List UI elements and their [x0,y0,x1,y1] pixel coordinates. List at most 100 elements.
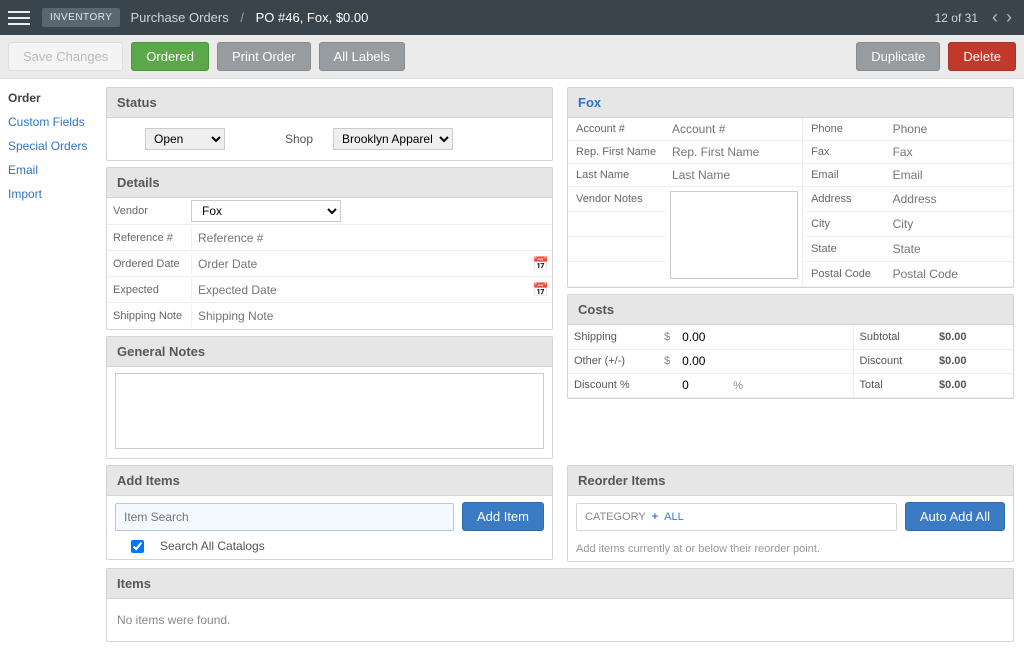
add-items-heading: Add Items [107,466,552,496]
nav-custom-fields[interactable]: Custom Fields [8,115,88,129]
inventory-badge[interactable]: INVENTORY [42,8,120,27]
category-label: CATEGORY [585,511,646,523]
total-value: $0.00 [933,373,1013,397]
pager-next-icon[interactable]: › [1002,7,1016,28]
expected-date-input[interactable] [191,279,530,301]
phone-input[interactable] [887,118,1013,140]
breadcrumb-sep: / [240,10,244,25]
vendor-panel: Fox Account # Phone Rep. First Name [567,87,1014,288]
items-empty-message: No items were found. [107,599,1013,641]
status-panel: Status Open Shop Brooklyn Apparel [106,87,553,161]
calendar-icon[interactable]: 📅 [530,256,552,272]
reorder-hint: Add items currently at or below their re… [576,543,1005,555]
category-filter[interactable]: CATEGORY + ALL [576,503,897,531]
breadcrumb-purchase-orders[interactable]: Purchase Orders [130,10,228,25]
lastname-label: Last Name [568,164,666,187]
auto-add-all-button[interactable]: Auto Add All [905,502,1005,531]
general-notes-panel: General Notes [106,336,553,459]
costs-panel: Costs Shipping $ Subtotal $0.00 Ot [567,294,1014,399]
vendor-select[interactable]: Fox [191,200,341,222]
nav-special-orders[interactable]: Special Orders [8,139,88,153]
postal-input[interactable] [887,263,1013,285]
total-label: Total [853,373,933,397]
account-label: Account # [568,118,666,141]
duplicate-button[interactable]: Duplicate [856,42,940,71]
shop-label: Shop [285,132,313,146]
details-panel: Details Vendor Fox Reference # [106,167,553,330]
vendor-notes-textarea[interactable] [670,191,798,279]
reorder-items-panel: Reorder Items CATEGORY + ALL Auto Add Al… [567,465,1014,562]
state-input[interactable] [887,238,1013,260]
vendornotes-label: Vendor Notes [568,187,666,212]
category-all: ALL [664,511,684,523]
breadcrumb: Purchase Orders / PO #46, Fox, $0.00 [130,10,368,25]
city-label: City [803,212,887,237]
vendor-label: Vendor [107,201,191,221]
add-item-button[interactable]: Add Item [462,502,544,531]
currency-symbol: $ [658,349,676,373]
repfirst-label: Rep. First Name [568,141,666,164]
other-input[interactable] [682,354,762,368]
add-items-panel: Add Items Add Item Search All Catalogs [106,465,553,560]
general-notes-textarea[interactable] [115,373,544,449]
search-all-catalogs-label: Search All Catalogs [160,539,265,553]
shipping-label: Shipping [568,325,658,349]
status-heading: Status [107,88,552,118]
expected-label: Expected [107,280,191,300]
menu-icon[interactable] [8,7,30,29]
pager-prev-icon[interactable]: ‹ [988,7,1002,28]
shipping-note-input[interactable] [191,305,552,327]
vemail-label: Email [803,164,887,187]
items-panel: Items No items were found. [106,568,1014,642]
save-button: Save Changes [8,42,123,71]
shop-select[interactable]: Brooklyn Apparel [333,128,453,150]
vemail-input[interactable] [887,164,1013,186]
ordered-date-label: Ordered Date [107,254,191,274]
reorder-items-heading: Reorder Items [568,466,1013,496]
discountpct-label: Discount % [568,373,658,397]
subtotal-label: Subtotal [853,325,933,349]
repfirst-input[interactable] [666,141,802,163]
print-order-button[interactable]: Print Order [217,42,311,71]
other-label: Other (+/-) [568,349,658,373]
state-label: State [803,237,887,262]
general-notes-heading: General Notes [107,337,552,367]
lastname-input[interactable] [666,164,802,186]
reference-input[interactable] [191,227,552,249]
costs-heading: Costs [568,295,1013,325]
status-select[interactable]: Open [145,128,225,150]
vendor-heading-link[interactable]: Fox [568,88,1013,118]
ordered-date-input[interactable] [191,253,530,275]
address-label: Address [803,187,887,212]
phone-label: Phone [803,118,887,141]
items-heading: Items [107,569,1013,599]
postal-label: Postal Code [803,262,887,287]
all-labels-button[interactable]: All Labels [319,42,405,71]
details-heading: Details [107,168,552,198]
shipping-input[interactable] [682,330,762,344]
ordered-button[interactable]: Ordered [131,42,209,71]
nav-import[interactable]: Import [8,187,88,201]
discount-label: Discount [853,349,933,373]
reference-label: Reference # [107,228,191,248]
plus-icon: + [652,511,658,523]
discount-value: $0.00 [933,349,1013,373]
nav-email[interactable]: Email [8,163,88,177]
address-input[interactable] [887,188,1013,210]
order-tab-heading: Order [8,91,88,105]
calendar-icon[interactable]: 📅 [530,282,552,298]
fax-input[interactable] [887,141,1013,163]
subtotal-value: $0.00 [933,325,1013,349]
delete-button[interactable]: Delete [948,42,1016,71]
city-input[interactable] [887,213,1013,235]
search-all-catalogs-checkbox[interactable] [131,540,144,553]
item-search-input[interactable] [115,503,454,531]
shipping-note-label: Shipping Note [107,306,191,326]
percent-symbol: % [733,380,743,392]
currency-symbol: $ [658,325,676,349]
account-input[interactable] [666,118,802,140]
fax-label: Fax [803,141,887,164]
pager-text: 12 of 31 [935,11,978,25]
breadcrumb-current: PO #46, Fox, $0.00 [256,10,369,25]
discountpct-input[interactable] [682,378,722,392]
